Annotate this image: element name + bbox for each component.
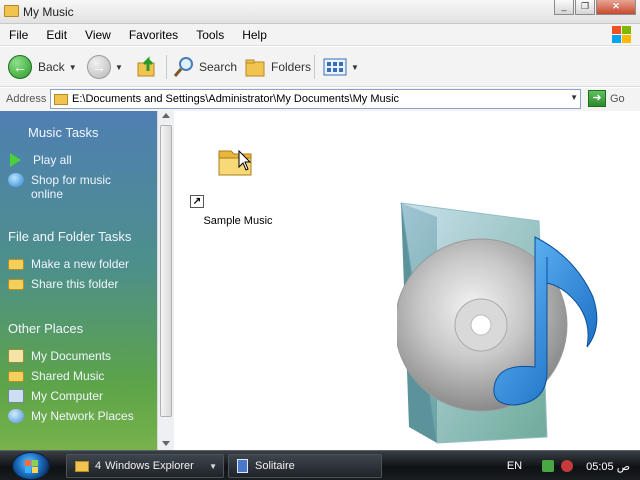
folders-icon xyxy=(245,59,265,77)
close-button[interactable]: ✕ xyxy=(596,0,636,15)
task-label: Shared Music xyxy=(31,369,105,383)
task-label: My Network Places xyxy=(31,409,134,423)
chevron-down-icon: ▼ xyxy=(209,461,217,471)
task-label: Make a new folder xyxy=(31,257,130,271)
file-folder-tasks-header[interactable]: File and Folder Tasks xyxy=(8,229,131,244)
place-my-documents[interactable]: My Documents xyxy=(8,349,111,363)
search-button[interactable]: Search xyxy=(172,53,237,81)
menu-tools[interactable]: Tools xyxy=(187,28,233,42)
taskbar-solitaire[interactable]: Solitaire xyxy=(228,454,382,478)
computer-icon xyxy=(8,389,24,403)
windows-logo-icon xyxy=(25,460,38,473)
back-label: Back xyxy=(38,60,65,74)
task-label: Share this folder xyxy=(31,277,119,291)
toolbar: ← Back ▼ → ▼ Search Folders ▼ xyxy=(0,47,640,87)
toolbar-separator xyxy=(166,55,167,79)
chevron-down-icon[interactable]: ▼ xyxy=(69,63,77,72)
task-play-all[interactable]: Play all xyxy=(8,153,72,167)
task-share-folder[interactable]: Share this folder xyxy=(8,277,118,291)
forward-arrow-icon: → xyxy=(87,55,111,79)
search-label: Search xyxy=(199,60,238,74)
window-title: My Music xyxy=(23,5,74,19)
place-shared-music[interactable]: Shared Music xyxy=(8,369,104,383)
start-button[interactable] xyxy=(12,452,50,480)
clock[interactable]: 05:05 ص xyxy=(586,460,630,473)
shared-music-icon xyxy=(8,371,24,382)
chevron-down-icon[interactable]: ▼ xyxy=(115,63,123,72)
maximize-button[interactable]: ❐ xyxy=(575,0,595,15)
chevron-down-icon[interactable]: ▼ xyxy=(570,93,578,102)
windows-logo-icon xyxy=(610,25,632,43)
documents-icon xyxy=(8,349,24,363)
title-bar: My Music _ ❐ ✕ xyxy=(0,0,640,24)
shortcut-arrow-icon: ↗ xyxy=(190,195,204,208)
network-tray-icon[interactable] xyxy=(542,460,555,472)
taskbar: 4 Windows Explorer ▼ Solitaire EN 05:05 … xyxy=(0,450,640,480)
back-arrow-icon: ← xyxy=(8,55,32,79)
new-folder-icon xyxy=(8,259,24,270)
address-input[interactable] xyxy=(72,93,562,105)
toolbar-separator xyxy=(314,55,315,79)
views-button[interactable]: ▼ xyxy=(323,53,359,81)
scroll-down-icon[interactable] xyxy=(162,441,170,446)
views-icon xyxy=(323,58,347,76)
folder-icon xyxy=(75,460,89,472)
menu-help[interactable]: Help xyxy=(233,28,276,42)
task-label: Shop for music online xyxy=(31,173,112,201)
task-label: My Documents xyxy=(31,349,112,363)
menu-favorites[interactable]: Favorites xyxy=(120,28,187,42)
menu-edit[interactable]: Edit xyxy=(37,28,76,42)
place-network[interactable]: My Network Places xyxy=(8,409,134,423)
taskbar-label: Solitaire xyxy=(255,460,295,472)
folder-icon xyxy=(54,93,68,105)
folders-button[interactable]: Folders xyxy=(244,53,311,81)
window-controls: _ ❐ ✕ xyxy=(553,0,636,16)
other-places-header[interactable]: Other Places xyxy=(8,321,83,336)
task-make-folder[interactable]: Make a new folder xyxy=(8,257,129,271)
mouse-cursor-icon xyxy=(238,150,252,171)
menu-bar: File Edit View Favorites Tools Help xyxy=(0,24,640,46)
task-pane: Music Tasks Play all Shop for music onli… xyxy=(0,111,157,450)
window-count: 4 xyxy=(95,460,102,472)
up-folder-icon xyxy=(137,56,155,77)
folder-icon xyxy=(4,5,19,17)
task-label: Play all xyxy=(33,153,72,167)
scroll-up-icon[interactable] xyxy=(162,113,170,118)
go-label: Go xyxy=(610,92,625,105)
menu-file[interactable]: File xyxy=(0,28,37,42)
up-folder-button[interactable] xyxy=(136,53,160,81)
minimize-button[interactable]: _ xyxy=(554,0,574,15)
task-shop-music[interactable]: Shop for music online xyxy=(8,173,148,201)
chevron-down-icon[interactable]: ▼ xyxy=(351,63,359,72)
address-label: Address xyxy=(6,93,47,105)
share-folder-icon xyxy=(8,279,24,290)
file-list-area[interactable]: ↗ Sample Music xyxy=(175,111,640,450)
card-icon xyxy=(237,459,248,473)
go-button[interactable]: ➜ Go xyxy=(588,90,625,107)
place-my-computer[interactable]: My Computer xyxy=(8,389,103,403)
folder-label: Sample Music xyxy=(203,215,273,227)
scroll-thumb[interactable] xyxy=(160,125,172,417)
address-bar: Address ▼ ➜ Go xyxy=(0,88,640,111)
network-icon xyxy=(8,409,24,423)
music-cd-watermark-icon xyxy=(397,202,598,444)
taskbar-windows-explorer[interactable]: 4 Windows Explorer ▼ xyxy=(66,454,224,478)
security-tray-icon[interactable] xyxy=(561,460,574,472)
go-arrow-icon: ➜ xyxy=(588,90,606,107)
music-tasks-header[interactable]: Music Tasks xyxy=(28,125,99,140)
task-label: My Computer xyxy=(31,389,104,403)
folders-label: Folders xyxy=(271,60,312,74)
menu-view[interactable]: View xyxy=(76,28,120,42)
forward-button[interactable]: → ▼ xyxy=(87,53,123,81)
search-icon xyxy=(173,57,193,77)
address-field[interactable]: ▼ xyxy=(50,89,581,109)
globe-icon xyxy=(8,173,24,187)
taskbar-label: Windows Explorer xyxy=(105,460,194,472)
language-indicator[interactable]: EN xyxy=(507,460,522,472)
back-button[interactable]: ← Back ▼ xyxy=(8,53,77,81)
system-tray: EN 05:05 ص xyxy=(507,451,640,480)
vertical-scrollbar[interactable] xyxy=(157,111,174,450)
play-icon xyxy=(10,153,21,167)
